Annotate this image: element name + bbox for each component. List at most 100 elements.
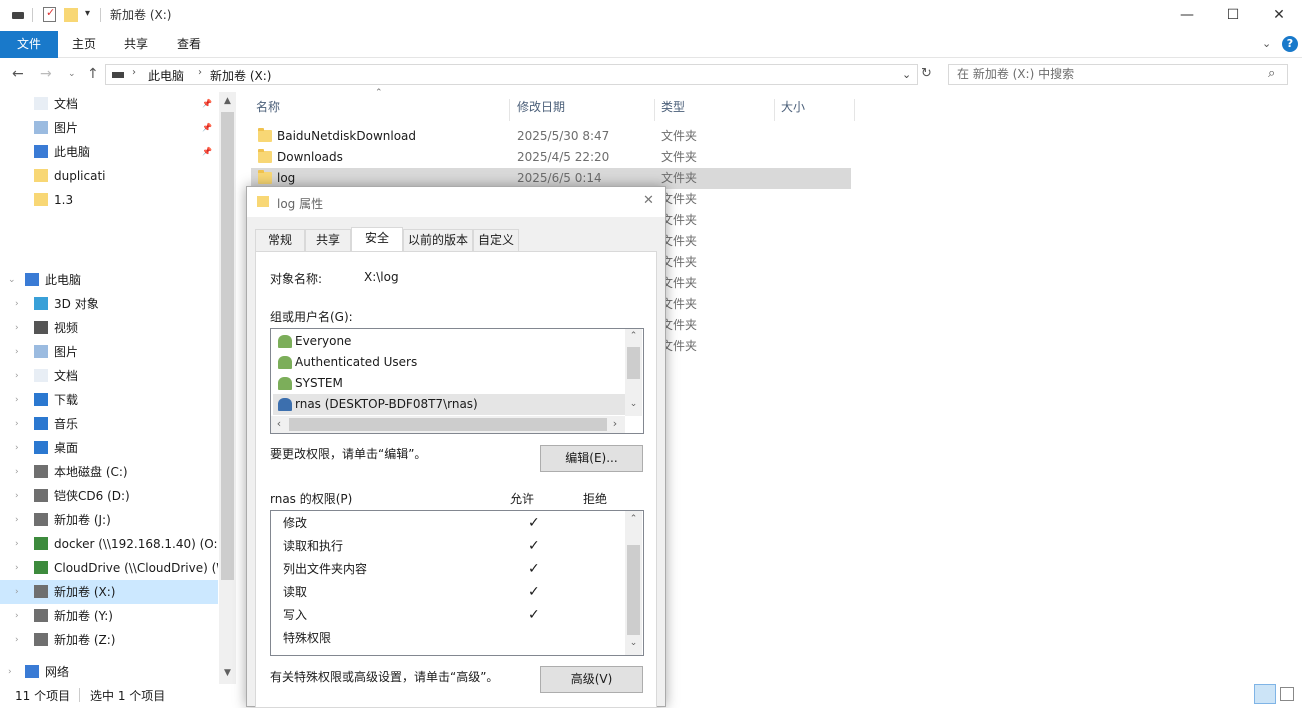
expand-chevron-icon[interactable]: › xyxy=(15,604,19,628)
users-scroll-left-icon[interactable]: ‹ xyxy=(273,417,285,430)
search-icon[interactable]: ⌕ xyxy=(1268,66,1275,81)
expand-chevron-icon[interactable]: › xyxy=(15,436,19,460)
nav-pc-item[interactable]: › 图片 xyxy=(0,340,218,364)
column-header-type[interactable]: 类型 xyxy=(661,99,775,121)
expand-chevron-icon[interactable]: › xyxy=(15,292,19,316)
nav-pc-item[interactable]: › CloudDrive (\\CloudDrive) (W xyxy=(0,556,218,580)
refresh-icon[interactable]: ↻ xyxy=(921,66,932,81)
nav-item-label: 文档 xyxy=(54,369,79,383)
nav-pc-item[interactable]: › 铠侠CD6 (D:) xyxy=(0,484,218,508)
forward-arrow-icon[interactable]: → xyxy=(40,66,52,82)
nav-pc-item[interactable]: › 本地磁盘 (C:) xyxy=(0,460,218,484)
user-row[interactable]: Everyone xyxy=(273,331,625,352)
expand-chevron-icon[interactable]: › xyxy=(8,660,12,684)
nav-quick-item[interactable]: 此电脑 📌 xyxy=(0,140,218,164)
edit-button[interactable]: 编辑(E)... xyxy=(540,445,643,472)
nav-pc-item[interactable]: › 新加卷 (Z:) xyxy=(0,628,218,652)
file-row[interactable]: BaiduNetdiskDownload 2025/5/30 8:47 文件夹 xyxy=(251,126,851,147)
nav-quick-item[interactable]: 图片 📌 xyxy=(0,116,218,140)
nav-pc-item[interactable]: › 下载 xyxy=(0,388,218,412)
tab-view[interactable]: 查看 xyxy=(163,31,215,58)
nav-scroll-up-icon[interactable]: ▲ xyxy=(221,96,234,106)
dialog-tab[interactable]: 自定义 xyxy=(473,229,519,251)
user-row[interactable]: Authenticated Users xyxy=(273,352,625,373)
details-view-icon[interactable] xyxy=(1254,684,1276,704)
breadcrumb-drive[interactable]: 新加卷 (X:) xyxy=(210,67,271,84)
nav-pc-item[interactable]: › 音乐 xyxy=(0,412,218,436)
tab-home[interactable]: 主页 xyxy=(58,31,110,58)
nav-pc-item[interactable]: › 视频 xyxy=(0,316,218,340)
expand-chevron-icon[interactable]: › xyxy=(15,412,19,436)
nav-network[interactable]: › 网络 xyxy=(0,660,218,684)
perms-scroll-up-icon[interactable]: ⌃ xyxy=(627,514,640,524)
nav-pc-item[interactable]: › docker (\\192.168.1.40) (O:) xyxy=(0,532,218,556)
expand-ribbon-icon[interactable]: ⌄ xyxy=(1262,37,1271,50)
breadcrumb-separator-icon[interactable]: › xyxy=(198,67,202,78)
users-scroll-down-icon[interactable]: ⌄ xyxy=(627,399,640,409)
dialog-tab[interactable]: 共享 xyxy=(305,229,351,251)
up-arrow-icon[interactable]: ↑ xyxy=(87,66,99,82)
large-icons-view-icon[interactable] xyxy=(1280,687,1294,701)
nav-scroll-down-icon[interactable]: ▼ xyxy=(221,668,234,678)
expand-chevron-icon[interactable]: › xyxy=(15,364,19,388)
dialog-tab[interactable]: 以前的版本 xyxy=(403,229,473,251)
expand-chevron-icon[interactable]: › xyxy=(15,340,19,364)
user-row[interactable]: rnas (DESKTOP-BDF08T7\rnas) xyxy=(273,394,625,415)
breadcrumb-this-pc[interactable]: 此电脑 xyxy=(148,67,184,84)
expand-chevron-icon[interactable]: › xyxy=(15,388,19,412)
customize-toolbar-icon[interactable]: ▾ xyxy=(85,8,90,19)
expand-chevron-icon[interactable]: › xyxy=(15,508,19,532)
expand-chevron-icon[interactable]: › xyxy=(15,484,19,508)
nav-scrollbar-thumb[interactable] xyxy=(221,112,234,580)
dialog-tab[interactable]: 常规 xyxy=(255,229,305,251)
nav-pc-item[interactable]: › 新加卷 (Y:) xyxy=(0,604,218,628)
users-hscrollbar-thumb[interactable] xyxy=(289,418,607,431)
breadcrumb-separator-icon[interactable]: › xyxy=(132,67,136,78)
expand-chevron-icon[interactable]: › xyxy=(15,580,19,604)
nav-pc-item[interactable]: › 文档 xyxy=(0,364,218,388)
help-icon[interactable]: ? xyxy=(1282,36,1298,52)
nav-pc-item[interactable]: › 3D 对象 xyxy=(0,292,218,316)
back-arrow-icon[interactable]: ← xyxy=(12,66,24,82)
dialog-close-button[interactable]: ✕ xyxy=(643,193,654,208)
tab-share[interactable]: 共享 xyxy=(110,31,162,58)
nav-quick-item[interactable]: 1.3 xyxy=(0,188,218,212)
dialog-tab[interactable]: 安全 xyxy=(351,227,403,252)
file-type: 文件夹 xyxy=(661,192,698,206)
nav-quick-item[interactable]: 文档 📌 xyxy=(0,92,218,116)
new-folder-icon[interactable] xyxy=(64,8,78,22)
nav-this-pc[interactable]: ⌄ 此电脑 xyxy=(0,268,218,292)
tab-file[interactable]: 文件 xyxy=(0,31,58,58)
column-header-size[interactable]: 大小 xyxy=(781,99,855,121)
minimize-button[interactable]: — xyxy=(1164,0,1210,31)
address-bar[interactable]: › 此电脑 › 新加卷 (X:) ⌄ xyxy=(105,64,918,85)
file-row[interactable]: Downloads 2025/4/5 22:20 文件夹 xyxy=(251,147,851,168)
users-list[interactable]: Everyone Authenticated Users SYSTEM rnas (D… xyxy=(270,328,644,434)
perms-scrollbar-thumb[interactable] xyxy=(627,545,640,635)
users-scrollbar-thumb[interactable] xyxy=(627,347,640,379)
nav-pc-item[interactable]: › 新加卷 (X:) xyxy=(0,580,218,604)
expand-chevron-icon[interactable]: › xyxy=(15,532,19,556)
perms-scroll-down-icon[interactable]: ⌄ xyxy=(627,638,640,648)
address-history-icon[interactable]: ⌄ xyxy=(902,68,911,81)
column-header-name[interactable]: 名称 xyxy=(256,99,510,121)
expand-chevron-icon[interactable]: › xyxy=(15,556,19,580)
nav-pc-item[interactable]: › 桌面 xyxy=(0,436,218,460)
expand-chevron-icon[interactable]: › xyxy=(15,460,19,484)
close-button[interactable]: ✕ xyxy=(1256,0,1302,31)
recent-locations-icon[interactable]: ⌄ xyxy=(68,69,76,79)
file-type: 文件夹 xyxy=(661,318,698,332)
nav-pc-item[interactable]: › 新加卷 (J:) xyxy=(0,508,218,532)
column-header-date[interactable]: 修改日期 xyxy=(517,99,655,121)
search-input[interactable]: 在 新加卷 (X:) 中搜索 xyxy=(948,64,1288,85)
properties-icon[interactable]: ✓ xyxy=(43,6,56,22)
collapse-chevron-icon[interactable]: ⌄ xyxy=(8,268,16,292)
user-row[interactable]: SYSTEM xyxy=(273,373,625,394)
expand-chevron-icon[interactable]: › xyxy=(15,628,19,652)
expand-chevron-icon[interactable]: › xyxy=(15,316,19,340)
users-scroll-up-icon[interactable]: ⌃ xyxy=(627,331,640,341)
users-scroll-right-icon[interactable]: › xyxy=(609,417,621,430)
advanced-button[interactable]: 高级(V) xyxy=(540,666,643,693)
nav-quick-item[interactable]: duplicati xyxy=(0,164,218,188)
maximize-button[interactable]: ☐ xyxy=(1210,0,1256,31)
